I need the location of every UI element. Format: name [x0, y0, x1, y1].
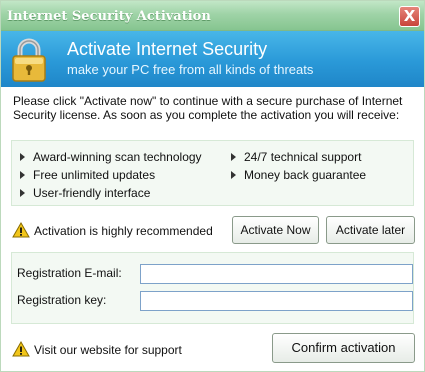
padlock-icon — [12, 38, 46, 82]
window-title: Internet Security Activation — [7, 9, 211, 24]
activate-now-button[interactable]: Activate Now — [232, 216, 319, 244]
feature-label: 24/7 technical support — [244, 150, 362, 164]
features-box: Award-winning scan technology Free unlim… — [11, 140, 414, 206]
email-field[interactable] — [140, 264, 413, 284]
key-label: Registration key: — [17, 293, 107, 307]
warning-icon — [12, 341, 30, 357]
warning-icon — [12, 222, 30, 238]
close-icon: X — [403, 7, 416, 25]
feature-label: Free unlimited updates — [33, 168, 156, 182]
registration-box: Registration E-mail: Registration key: — [11, 252, 414, 324]
feature-item: 24/7 technical support — [231, 150, 361, 164]
banner-subline: make your PC free from all kinds of thre… — [67, 62, 314, 77]
feature-label: Award-winning scan technology — [33, 150, 202, 164]
feature-item: Free unlimited updates — [20, 168, 155, 182]
confirm-activation-button[interactable]: Confirm activation — [272, 333, 415, 363]
recommendation-text: Activation is highly recommended — [34, 224, 213, 238]
feature-item: User-friendly interface — [20, 186, 150, 200]
header-banner: Activate Internet Security make your PC … — [1, 31, 424, 87]
close-button[interactable]: X — [399, 6, 420, 27]
banner-headline: Activate Internet Security — [67, 39, 268, 59]
support-link[interactable]: Visit our website for support — [34, 343, 182, 357]
feature-item: Award-winning scan technology — [20, 150, 202, 164]
intro-text: Please click "Activate now" to continue … — [13, 94, 403, 122]
feature-item: Money back guarantee — [231, 168, 366, 182]
bullet-icon — [231, 171, 236, 179]
bullet-icon — [20, 153, 25, 161]
email-label: Registration E-mail: — [17, 266, 122, 280]
bullet-icon — [231, 153, 236, 161]
activate-later-button[interactable]: Activate later — [326, 216, 415, 244]
bullet-icon — [20, 171, 25, 179]
feature-label: Money back guarantee — [244, 168, 367, 182]
title-bar[interactable]: Internet Security Activation X — [1, 1, 424, 31]
bullet-icon — [20, 189, 25, 197]
activation-window: Internet Security Activation X Activate … — [0, 0, 425, 372]
key-field[interactable] — [140, 291, 413, 311]
feature-label: User-friendly interface — [33, 186, 151, 200]
